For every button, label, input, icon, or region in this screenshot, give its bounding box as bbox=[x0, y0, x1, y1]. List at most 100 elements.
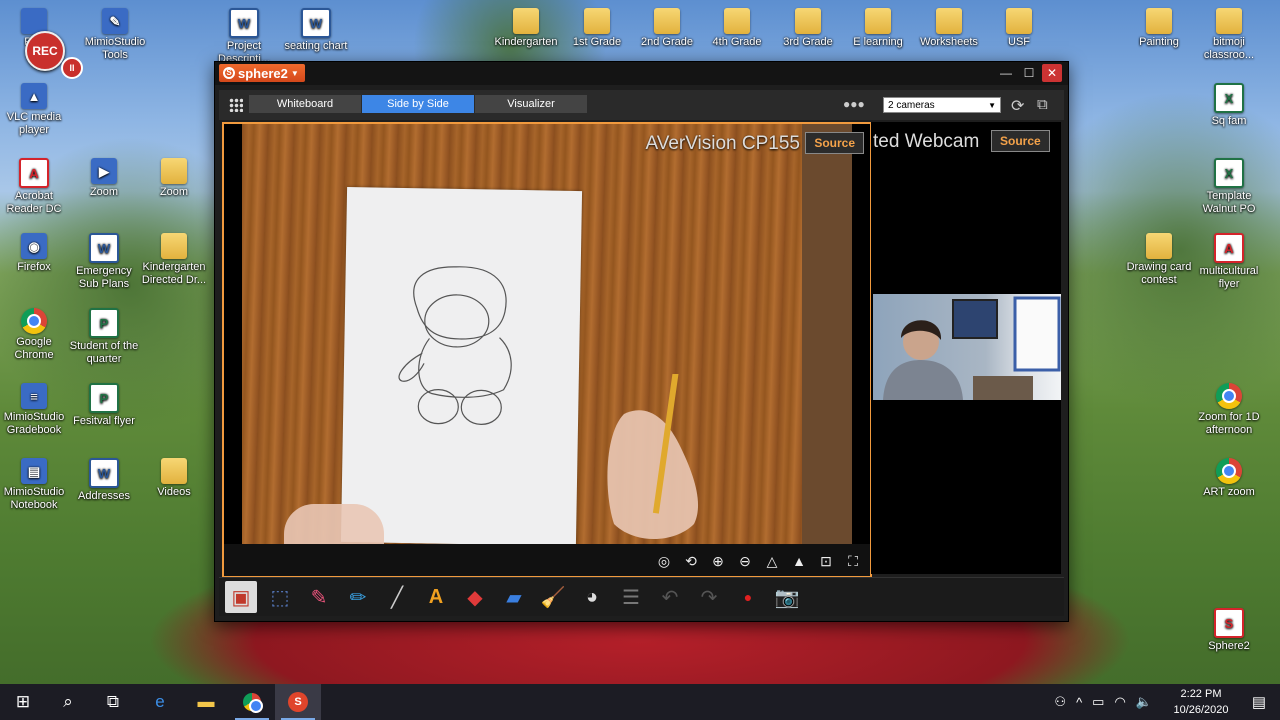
desktop-icon[interactable]: ▲ VLC media player bbox=[0, 83, 70, 137]
undo-icon[interactable]: ↶ bbox=[654, 581, 686, 613]
highlighter-icon[interactable]: ✏ bbox=[342, 581, 374, 613]
clock[interactable]: 2:22 PM 10/26/2020 bbox=[1166, 686, 1236, 718]
desktop-icon[interactable]: Kindergarten Directed Dr... bbox=[138, 233, 210, 287]
desktop-icon[interactable]: 2nd Grade bbox=[631, 8, 703, 49]
desktop-icon[interactable]: W Project Descripti... bbox=[208, 8, 280, 66]
desktop-icon[interactable]: ✎ MimioStudio Tools bbox=[79, 8, 151, 62]
focus-icon[interactable]: ◎ bbox=[653, 551, 675, 571]
select-area-icon[interactable]: ▣ bbox=[225, 581, 257, 613]
desktop-icon[interactable]: Amulticultural flyer bbox=[1193, 233, 1265, 291]
rotate-icon[interactable]: ⟲ bbox=[680, 551, 702, 571]
taskbar-edge[interactable]: e bbox=[137, 684, 183, 720]
desktop-icon-label: multicultural flyer bbox=[1199, 265, 1259, 290]
zoom-out-icon[interactable]: ⊖ bbox=[734, 551, 756, 571]
tab-visualizer[interactable]: Visualizer bbox=[475, 95, 588, 113]
volume-icon[interactable]: 🔈 bbox=[1136, 694, 1152, 710]
start-button[interactable]: ⊞ bbox=[0, 684, 46, 720]
desktop-icon[interactable]: Zoom bbox=[138, 158, 210, 199]
desktop-icon[interactable]: bitmoji classroo... bbox=[1193, 8, 1265, 62]
desktop-icon-label: Google Chrome bbox=[14, 336, 54, 361]
desktop-icon[interactable]: P Fesitval flyer bbox=[68, 383, 140, 428]
fit-icon[interactable]: ⊡ bbox=[815, 551, 837, 571]
taskbar-chrome[interactable] bbox=[229, 684, 275, 720]
tab-whiteboard[interactable]: Whiteboard bbox=[249, 95, 362, 113]
desktop-icon[interactable]: P Student of the quarter bbox=[68, 308, 140, 366]
desktop-icon[interactable]: ART zoom bbox=[1193, 458, 1265, 499]
battery-icon[interactable]: ▭ bbox=[1092, 694, 1104, 710]
desktop-icon[interactable]: USF bbox=[983, 8, 1055, 49]
palette-icon[interactable]: ◕ bbox=[576, 581, 608, 613]
line-icon[interactable]: ╱ bbox=[381, 581, 413, 613]
desktop-icon[interactable]: 3rd Grade bbox=[772, 8, 844, 49]
desktop-icon[interactable]: A Acrobat Reader DC bbox=[0, 158, 70, 216]
record-icon[interactable]: ● bbox=[732, 581, 764, 613]
folder-file-icon bbox=[936, 8, 962, 34]
desktop-icon[interactable]: Google Chrome bbox=[0, 308, 70, 362]
chevron-up-icon[interactable]: ^ bbox=[1076, 695, 1082, 710]
folder-file-icon bbox=[795, 8, 821, 34]
record-button[interactable]: REC bbox=[25, 31, 65, 71]
minimize-button[interactable]: — bbox=[996, 64, 1016, 82]
brightness-up-icon[interactable]: △ bbox=[761, 551, 783, 571]
close-button[interactable]: ✕ bbox=[1042, 64, 1062, 82]
app-logo[interactable]: S sphere2 ▼ bbox=[219, 64, 305, 82]
pen-icon[interactable]: ✎ bbox=[303, 581, 335, 613]
hand-fingers bbox=[284, 504, 384, 544]
tab-side-by-side[interactable]: Side by Side bbox=[362, 95, 475, 113]
pause-icon[interactable]: II bbox=[61, 57, 83, 79]
fullscreen-icon[interactable]: ⛶ bbox=[842, 551, 864, 571]
desktop-icon[interactable]: Drawing card contest bbox=[1123, 233, 1195, 287]
search-button[interactable]: ⌕ bbox=[45, 684, 91, 720]
desktop-icon[interactable]: ◉ Firefox bbox=[0, 233, 70, 274]
notification-icon[interactable]: ▤ bbox=[1252, 693, 1266, 711]
brightness-down-icon[interactable]: ▲ bbox=[788, 551, 810, 571]
camera-count-select[interactable]: 2 cameras ▼ bbox=[883, 97, 1001, 113]
refresh-icon[interactable]: ⟳ bbox=[1011, 96, 1024, 116]
desktop-icon[interactable]: Wseating chart bbox=[280, 8, 352, 53]
camera2-source-button[interactable]: Source bbox=[991, 130, 1050, 152]
desktop-icon[interactable]: 4th Grade bbox=[701, 8, 773, 49]
desktop-icon[interactable]: 1st Grade bbox=[561, 8, 633, 49]
camera-icon[interactable]: 📷 bbox=[771, 581, 803, 613]
zoom-in-icon[interactable]: ⊕ bbox=[707, 551, 729, 571]
desktop-icon[interactable]: E learning bbox=[842, 8, 914, 49]
pdf-file-icon: A bbox=[19, 158, 49, 188]
apps-grid-icon[interactable] bbox=[229, 98, 243, 112]
taskbar-file-explorer[interactable]: ▬ bbox=[183, 684, 229, 720]
camera1-name: AVerVision CP155 bbox=[645, 133, 800, 154]
desktop-icon[interactable]: Zoom for 1D afternoon bbox=[1193, 383, 1265, 437]
desktop-icon[interactable]: X Template Walnut PO bbox=[1193, 158, 1265, 216]
multi-camera-icon[interactable]: ●●● bbox=[843, 97, 869, 113]
people-icon[interactable]: ⚇ bbox=[1054, 694, 1066, 710]
task-view-button[interactable]: ⧉ bbox=[90, 684, 136, 720]
desktop-icon[interactable]: Videos bbox=[138, 458, 210, 499]
desktop-icon[interactable]: ▶ Zoom bbox=[68, 158, 140, 199]
wifi-icon[interactable]: ◠ bbox=[1114, 694, 1125, 710]
desktop-icon-label: Painting bbox=[1139, 36, 1179, 48]
redo-icon[interactable]: ↷ bbox=[693, 581, 725, 613]
marker-icon[interactable]: ▰ bbox=[498, 581, 530, 613]
desktop-icon[interactable]: Painting bbox=[1123, 8, 1195, 49]
desktop-icon-label: Emergency Sub Plans bbox=[76, 265, 132, 290]
lines-icon[interactable]: ☰ bbox=[615, 581, 647, 613]
desktop-icon[interactable]: Worksheets bbox=[913, 8, 985, 49]
desktop-icon[interactable]: S Sphere2 bbox=[1193, 608, 1265, 653]
popout-icon[interactable]: ⧉ bbox=[1037, 96, 1048, 113]
title-bar[interactable]: S sphere2 ▼ — ☐ ✕ bbox=[215, 62, 1068, 85]
chrome-file-icon bbox=[1216, 458, 1242, 484]
record-label: REC bbox=[32, 44, 58, 58]
desktop-icon[interactable]: Kindergarten bbox=[490, 8, 562, 49]
desktop-icon[interactable]: X Sq fam bbox=[1193, 83, 1265, 128]
camera-panel-main[interactable]: AVerVision CP155 Source ◎ ⟲ ⊕ ⊖ △ ▲ ⊡ ⛶ bbox=[222, 122, 872, 578]
eraser-icon[interactable]: 🧹 bbox=[537, 581, 569, 613]
text-icon[interactable]: A bbox=[420, 581, 452, 613]
camera1-source-button[interactable]: Source bbox=[805, 132, 864, 154]
desktop-icon[interactable]: ≡ MimioStudio Gradebook bbox=[0, 383, 70, 437]
shape-icon[interactable]: ◆ bbox=[459, 581, 491, 613]
desktop-icon[interactable]: ▤ MimioStudio Notebook bbox=[0, 458, 70, 512]
taskbar-sphere2[interactable]: S bbox=[275, 684, 321, 720]
desktop-icon[interactable]: W Addresses bbox=[68, 458, 140, 503]
maximize-button[interactable]: ☐ bbox=[1019, 64, 1039, 82]
desktop-icon[interactable]: W Emergency Sub Plans bbox=[68, 233, 140, 291]
pointer-icon[interactable]: ⬚ bbox=[264, 581, 296, 613]
